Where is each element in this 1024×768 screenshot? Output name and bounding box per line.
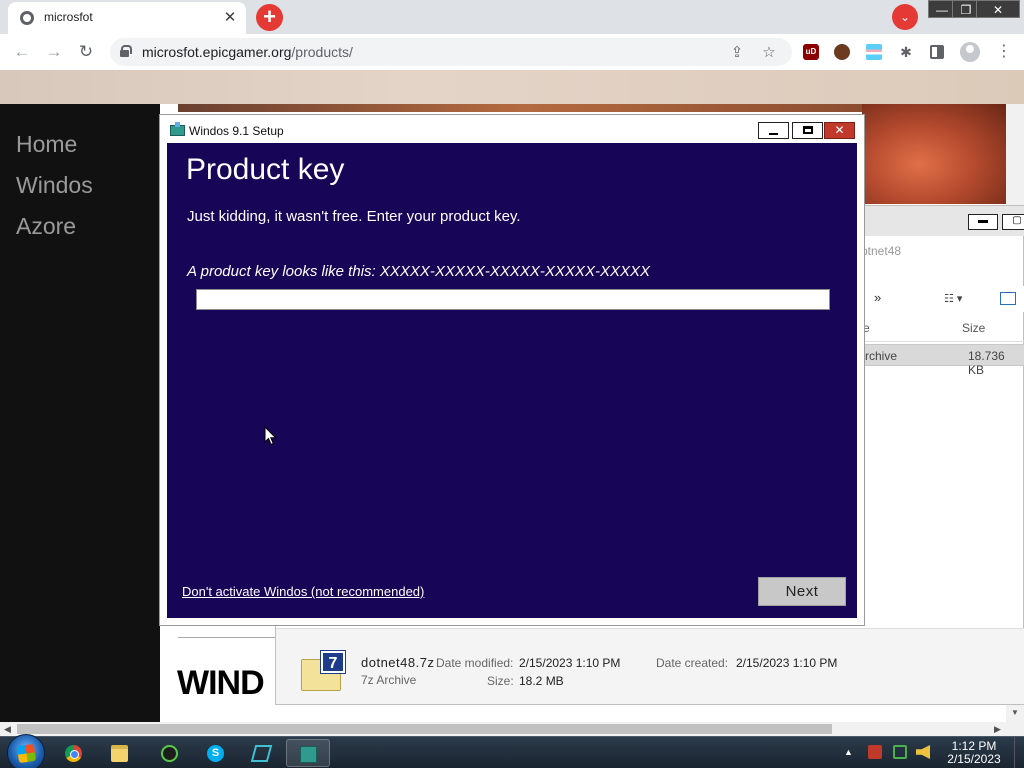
browser-tabstrip: microsfot ✕ + ⌄ — ❐ ✕: [0, 0, 1024, 34]
explorer-maximize-button[interactable]: ▢: [1002, 214, 1024, 230]
mouse-cursor-icon: [264, 426, 277, 446]
skype-icon: S: [207, 745, 224, 762]
extensions-puzzle-icon[interactable]: ✱: [898, 44, 914, 60]
taskbar-clock[interactable]: 1:12 PM 2/15/2023: [938, 740, 1010, 766]
file-row[interactable]: rchive 18.736 KB: [864, 344, 1024, 377]
tab-close-icon[interactable]: ✕: [220, 8, 240, 28]
window-close-button[interactable]: ✕: [976, 0, 1020, 18]
chrome-icon: [65, 745, 82, 762]
side-panel-icon[interactable]: [930, 45, 944, 59]
volume-icon[interactable]: [916, 745, 930, 759]
bookmark-star-icon[interactable]: ☆: [760, 44, 778, 62]
lock-icon[interactable]: [120, 45, 132, 57]
nav-link-home[interactable]: Home: [16, 124, 93, 165]
game-icon: [161, 745, 178, 762]
browser-toolbar: ← → ↻ microsfot.epicgamer.org/products/ …: [0, 34, 1024, 70]
globe-icon: [20, 11, 34, 25]
details-file-type: 7z Archive: [361, 673, 417, 687]
preview-pane-icon[interactable]: [1000, 292, 1016, 305]
horizontal-scrollbar[interactable]: ◀ ▶: [0, 722, 1024, 736]
url-domain: microsfot.epicgamer.org: [142, 44, 292, 60]
details-created-label: Date created:: [656, 656, 729, 670]
page-banner: [0, 70, 1024, 104]
show-desktop-button[interactable]: [1014, 737, 1024, 768]
dialog-maximize-button[interactable]: [792, 122, 823, 139]
hero-image-strip: [178, 104, 868, 112]
dialog-close-button[interactable]: ✕: [824, 122, 855, 139]
start-button[interactable]: [7, 734, 45, 768]
avatar-extension-icon[interactable]: [834, 44, 850, 60]
forward-button[interactable]: →: [42, 40, 66, 64]
nav-link-azore[interactable]: Azore: [16, 206, 93, 247]
minimize-icon: [769, 133, 778, 135]
page-heading: WIND: [177, 664, 265, 702]
dialog-title: Windos 9.1 Setup: [189, 124, 284, 138]
details-created-value: 2/15/2023 1:10 PM: [736, 656, 838, 670]
hero-image: [862, 104, 1006, 204]
browser-menu-icon[interactable]: ⋮: [996, 44, 1012, 60]
tab-search-button[interactable]: ⌄: [892, 4, 918, 30]
explorer-minimize-button[interactable]: ▬: [968, 214, 998, 230]
profile-avatar-icon[interactable]: [960, 42, 980, 62]
browser-tab[interactable]: microsfot ✕: [8, 2, 246, 34]
details-file-name: dotnet48.7z: [361, 655, 435, 670]
reload-button[interactable]: ↻: [74, 40, 98, 64]
nav-link-windos[interactable]: Windos: [16, 165, 93, 206]
setup-shortcut-icon: [250, 745, 273, 762]
7z-archive-icon: 7: [301, 650, 346, 691]
share-icon[interactable]: ⇪: [728, 44, 746, 62]
explorer-address[interactable]: otnet48: [861, 244, 901, 258]
new-tab-button[interactable]: +: [256, 4, 283, 31]
dialog-minimize-button[interactable]: [758, 122, 789, 139]
product-key-input[interactable]: [196, 289, 830, 310]
file-row-size: 18.736 KB: [968, 349, 1005, 377]
taskbar-explorer[interactable]: [98, 739, 142, 767]
skip-activation-link[interactable]: Don't activate Windos (not recommended): [182, 584, 424, 599]
site-sidebar: Home Windos Azore: [0, 104, 160, 722]
details-size-label: Size:: [487, 674, 514, 688]
file-row-type: rchive: [865, 349, 898, 363]
desktop-screen: microsfot ✕ + ⌄ — ❐ ✕ ← → ↻ microsfot.ep…: [0, 0, 1024, 768]
url-path: /products/: [291, 44, 353, 60]
flag-extension-icon[interactable]: [866, 44, 882, 60]
details-modified-label: Date modified:: [436, 656, 514, 670]
more-tools-chevron-icon[interactable]: »: [874, 290, 881, 305]
taskbar-skype[interactable]: S: [194, 739, 238, 767]
details-size-value: 18.2 MB: [519, 674, 564, 688]
maximize-icon: [803, 126, 813, 134]
taskbar-setup-alt[interactable]: [240, 739, 284, 767]
column-header-size[interactable]: Size: [962, 321, 985, 335]
view-options-icon[interactable]: ☷ ▾: [944, 292, 962, 305]
scroll-left-arrow-icon[interactable]: ◀: [4, 722, 11, 736]
taskbar-game[interactable]: [148, 739, 192, 767]
address-bar[interactable]: microsfot.epicgamer.org/products/ ⇪ ☆: [110, 38, 792, 66]
taskbar: S ▲ 1:12 PM 2/15/2023: [0, 734, 1024, 768]
address-url[interactable]: microsfot.epicgamer.org/products/: [142, 44, 353, 60]
dialog-subtitle: Just kidding, it wasn't free. Enter your…: [187, 208, 521, 225]
setup-dialog: Windos 9.1 Setup ✕ Product key Just kidd…: [159, 114, 865, 626]
tray-expand-icon[interactable]: ▲: [844, 745, 858, 759]
next-button[interactable]: Next: [758, 577, 846, 606]
explorer-details-pane: 7 dotnet48.7z 7z Archive Date modified: …: [276, 628, 1024, 704]
dialog-body: Product key Just kidding, it wasn't free…: [167, 143, 857, 618]
back-button[interactable]: ←: [10, 40, 34, 64]
taskbar-windos-setup[interactable]: [286, 739, 330, 767]
taskbar-chrome[interactable]: [52, 739, 96, 767]
dialog-titlebar[interactable]: Windos 9.1 Setup ✕: [160, 115, 864, 143]
details-modified-value: 2/15/2023 1:10 PM: [519, 656, 621, 670]
action-center-flag-icon[interactable]: [868, 745, 882, 759]
explorer-scroll-down-arrow-icon[interactable]: ▼: [1011, 708, 1019, 717]
ublock-extension-icon[interactable]: uD: [803, 44, 819, 60]
windos-setup-icon: [300, 746, 317, 763]
setup-app-icon: [170, 122, 185, 136]
dialog-heading: Product key: [186, 153, 345, 186]
network-icon[interactable]: [893, 745, 907, 759]
folder-icon: [111, 745, 128, 762]
tab-title: microsfot: [44, 10, 93, 24]
scroll-right-arrow-icon[interactable]: ▶: [994, 722, 1001, 736]
clock-date: 2/15/2023: [947, 752, 1001, 766]
product-key-hint: A product key looks like this: XXXXX-XXX…: [187, 263, 650, 280]
scrollbar-thumb[interactable]: [17, 724, 832, 734]
